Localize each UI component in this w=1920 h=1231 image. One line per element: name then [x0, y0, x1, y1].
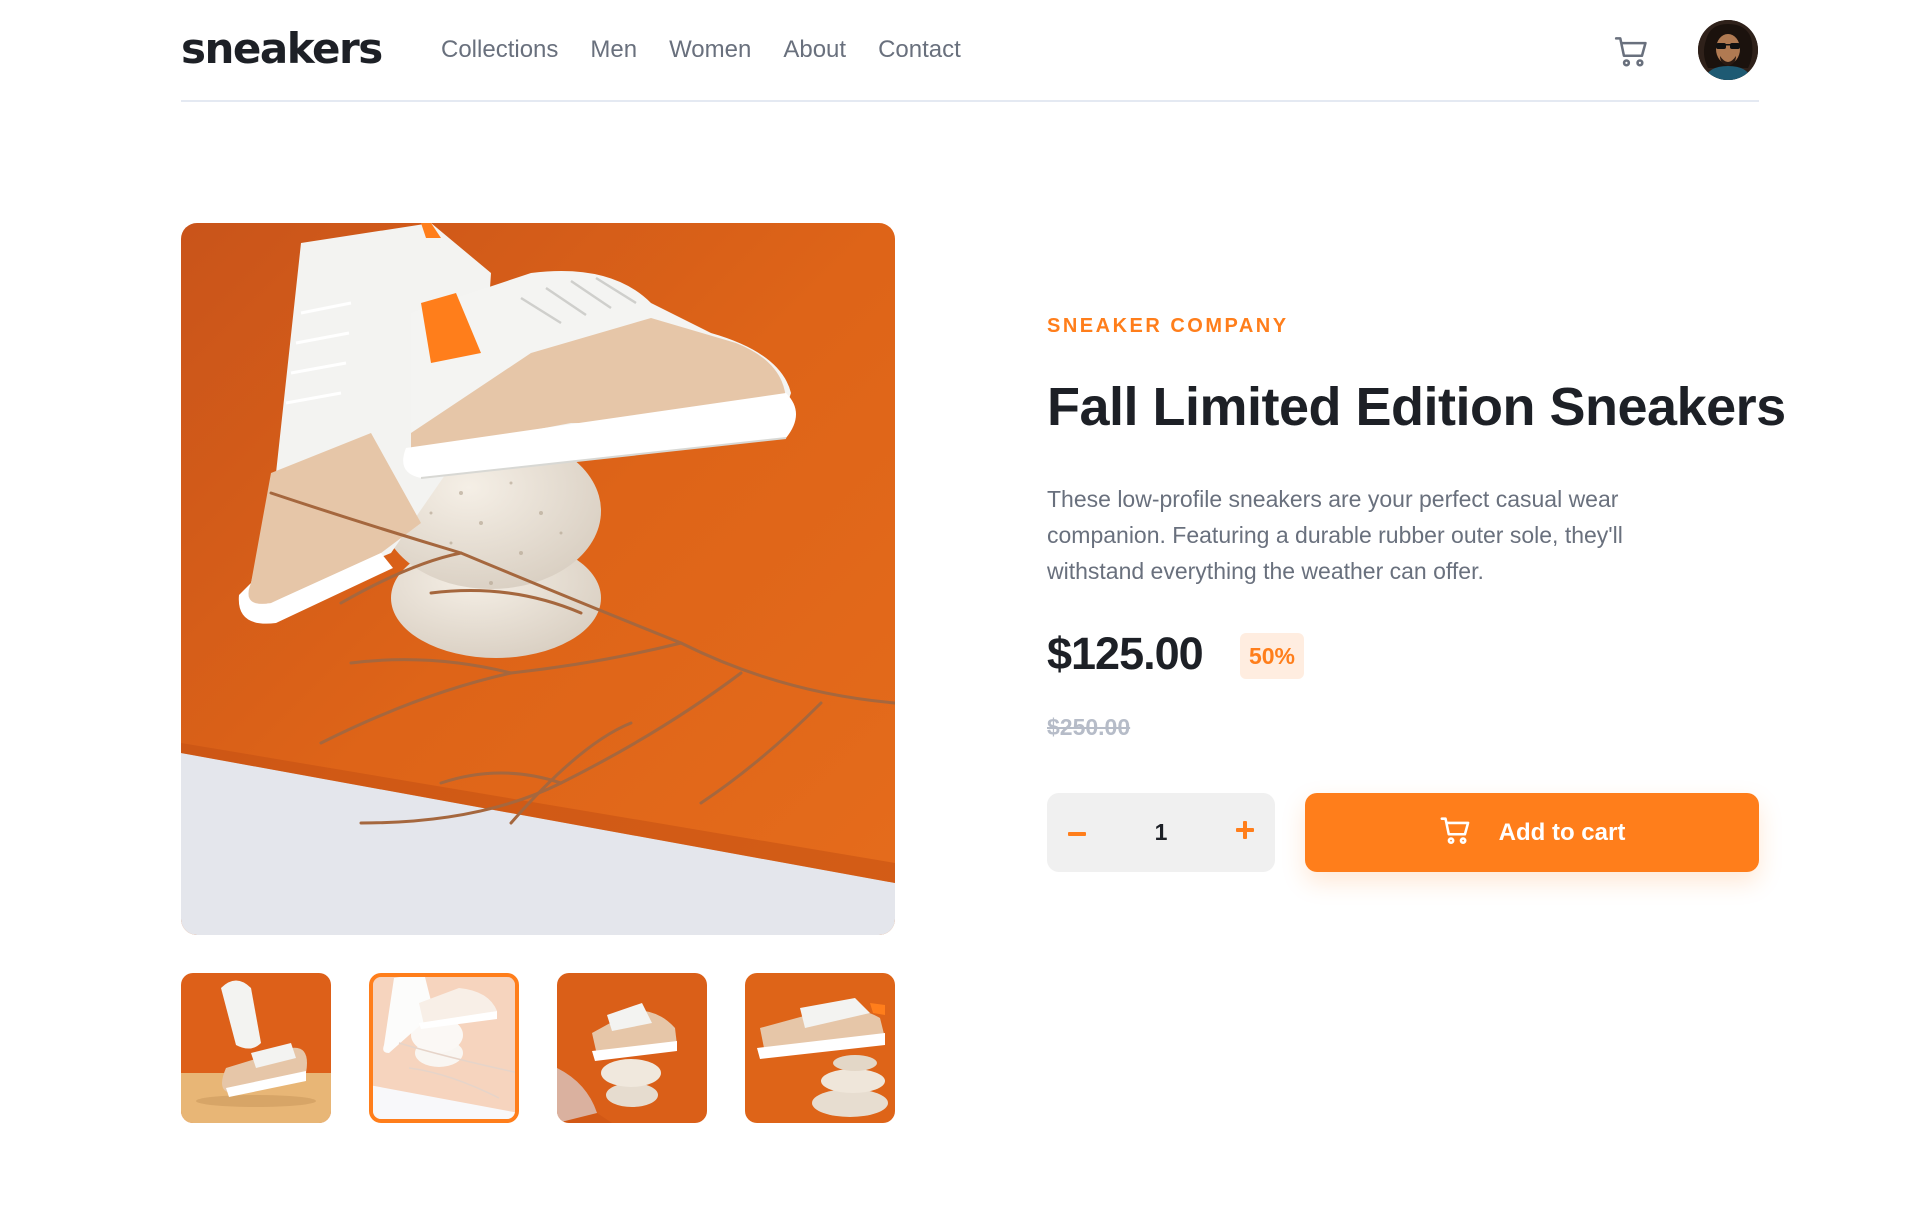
thumbnail-4[interactable] — [745, 973, 895, 1123]
thumbnail-2[interactable] — [369, 973, 519, 1123]
plus-icon — [1236, 821, 1254, 844]
thumbnail-strip — [181, 973, 895, 1123]
thumbnail-3[interactable] — [557, 973, 707, 1123]
nav-men[interactable]: Men — [590, 32, 637, 68]
discount-badge: 50% — [1240, 633, 1304, 679]
quantity-stepper: 1 — [1047, 793, 1275, 872]
add-to-cart-button[interactable]: Add to cart — [1305, 793, 1759, 872]
thumbnail-1[interactable] — [181, 973, 331, 1123]
nav-collections[interactable]: Collections — [441, 32, 558, 68]
nav-about[interactable]: About — [783, 32, 846, 68]
nav-contact[interactable]: Contact — [878, 32, 961, 68]
minus-icon — [1068, 824, 1086, 842]
product-description: These low-profile sneakers are your perf… — [1047, 486, 1623, 584]
original-price: $250.00 — [1047, 714, 1131, 740]
main-nav: Collections Men Women About Contact — [441, 32, 993, 68]
product-title: Fall Limited Edition Sneakers — [1047, 377, 1786, 437]
current-price: $125.00 — [1047, 628, 1204, 679]
product-main-image[interactable] — [181, 223, 895, 935]
company-label: SNEAKER COMPANY — [1047, 315, 1289, 337]
logo[interactable]: sneakers — [181, 24, 383, 74]
increase-quantity-button[interactable] — [1215, 793, 1275, 872]
quantity-value: 1 — [1154, 819, 1168, 845]
decrease-quantity-button[interactable] — [1047, 793, 1107, 872]
cart-icon[interactable] — [1613, 32, 1651, 70]
user-avatar[interactable] — [1698, 20, 1758, 80]
nav-women[interactable]: Women — [669, 32, 751, 68]
site-header: sneakers Collections Men Women About Con… — [181, 0, 1759, 102]
cart-icon — [1439, 813, 1473, 852]
add-to-cart-label: Add to cart — [1498, 818, 1626, 846]
